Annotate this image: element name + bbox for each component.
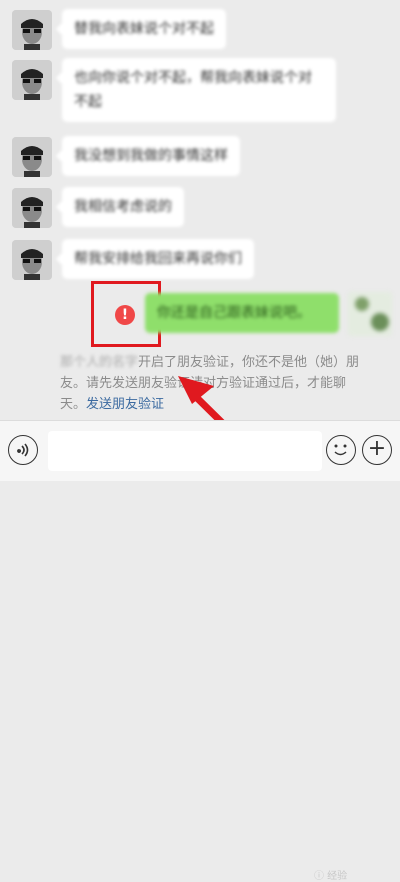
my-avatar[interactable]	[348, 292, 392, 336]
chat-area: 替我向表妹说个对不起 也向你说个对不起，帮我向表妹说个对不起 我没想到我做的事情…	[0, 0, 400, 466]
message-bubble[interactable]: 也向你说个对不起，帮我向表妹说个对不起	[56, 58, 336, 122]
contact-avatar[interactable]	[12, 60, 52, 100]
message-input[interactable]	[48, 431, 322, 471]
contact-avatar[interactable]	[12, 137, 52, 177]
send-verification-link[interactable]: 发送朋友验证	[86, 397, 164, 412]
contact-avatar[interactable]	[12, 240, 52, 280]
voice-icon[interactable]	[8, 435, 38, 465]
input-bar: + ⓘ 经验	[0, 420, 400, 882]
contact-avatar[interactable]	[12, 188, 52, 228]
message-bubble[interactable]: 替我向表妹说个对不起	[56, 9, 226, 49]
system-notice: 那个人的名字开启了朋友验证，你还不是他（她）朋友。请先发送朋友验证请对方验证通过…	[60, 352, 360, 415]
message-bubble[interactable]: 帮我安排给我回来再说你们	[56, 239, 254, 279]
plus-icon[interactable]: +	[362, 435, 392, 465]
message-bubble[interactable]: 我相信考虑说的	[56, 187, 184, 227]
message-bubble[interactable]: 我没想到我做的事情这样	[56, 136, 240, 176]
notice-contact-name: 那个人的名字	[60, 355, 139, 370]
sent-message-bubble[interactable]: 你还是自己跟表妹说吧。	[145, 293, 339, 333]
emoji-icon[interactable]	[326, 435, 356, 465]
watermark: ⓘ 经验	[314, 871, 348, 882]
contact-avatar[interactable]	[12, 10, 52, 50]
